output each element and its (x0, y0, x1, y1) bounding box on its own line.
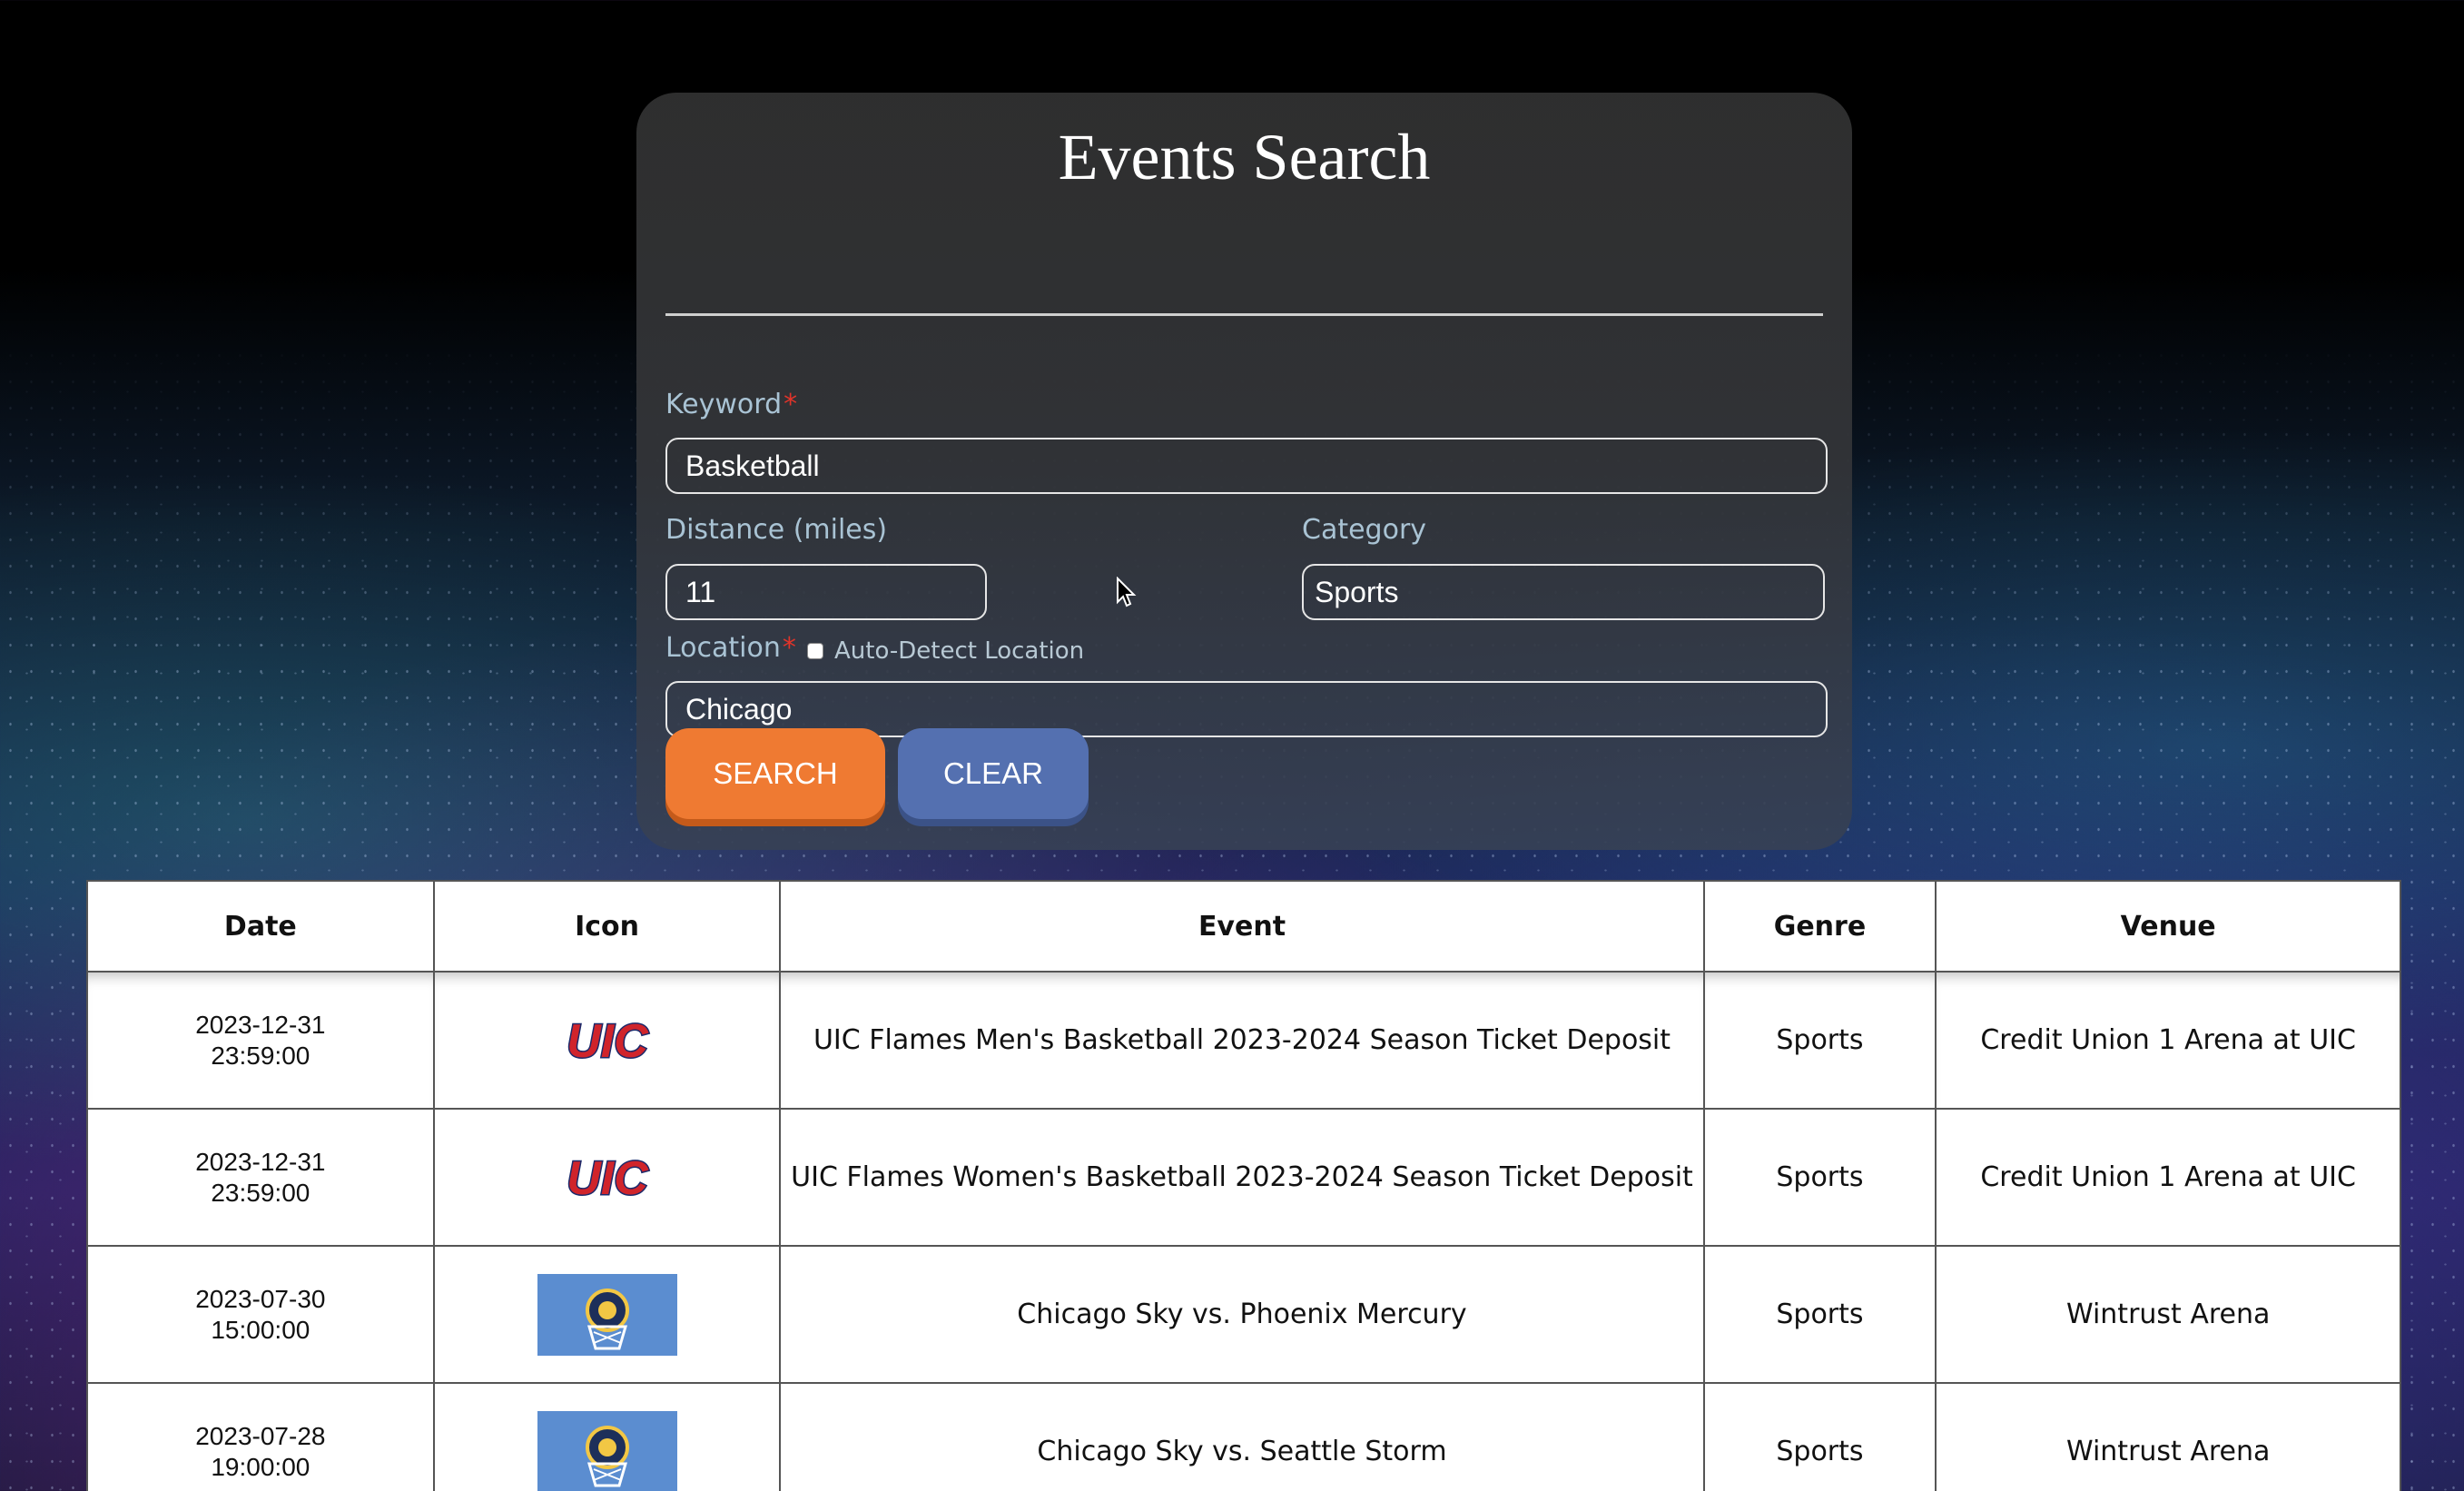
table-row[interactable]: 2023-07-28 19:00:00 Chicago Sky vs. Seat… (86, 1382, 2401, 1491)
required-mark: * (782, 632, 796, 664)
table-row[interactable]: 2023-12-31 23:59:00 UIC UIC Flames Women… (86, 1108, 2401, 1247)
svg-text:UIC: UIC (567, 1152, 649, 1205)
date-cell: 2023-12-31 23:59:00 (86, 971, 435, 1110)
genre-cell: Sports (1702, 1245, 1937, 1384)
venue-cell: Credit Union 1 Arena at UIC (1935, 1108, 2401, 1247)
header-icon: Icon (432, 880, 782, 973)
category-label: Category (1302, 514, 1427, 546)
uic-flames-logo-icon: UIC (537, 1136, 677, 1219)
required-mark: * (784, 389, 798, 420)
event-date: 2023-07-28 (195, 1421, 326, 1450)
header-venue: Venue (1935, 880, 2401, 973)
page-title: Events Search (1058, 121, 1431, 193)
header-genre: Genre (1702, 880, 1937, 973)
venue-cell: Credit Union 1 Arena at UIC (1935, 971, 2401, 1110)
venue-cell: Wintrust Arena (1935, 1245, 2401, 1384)
events-results-table: Date Icon Event Genre Venue 2023-12-31 2… (86, 880, 2401, 1491)
events-search-card: Events Search Keyword* Distance (miles) … (636, 93, 1852, 850)
venue-cell: Wintrust Arena (1935, 1382, 2401, 1491)
mouse-pointer-icon (1117, 577, 1137, 607)
date-cell: 2023-07-30 15:00:00 (86, 1245, 435, 1384)
keyword-input[interactable] (665, 438, 1828, 494)
distance-label: Distance (miles) (665, 514, 888, 546)
icon-cell (432, 1382, 782, 1491)
table-header-row: Date Icon Event Genre Venue (86, 880, 2401, 973)
event-date: 2023-07-30 (195, 1284, 326, 1313)
event-name-cell[interactable]: Chicago Sky vs. Phoenix Mercury (779, 1245, 1705, 1384)
header-date: Date (86, 880, 435, 973)
event-date: 2023-12-31 (195, 1010, 326, 1039)
header-event: Event (779, 880, 1705, 973)
distance-input[interactable] (665, 564, 987, 620)
table-row[interactable]: 2023-07-30 15:00:00 Chicago Sky vs. Phoe… (86, 1245, 2401, 1384)
date-cell: 2023-12-31 23:59:00 (86, 1108, 435, 1247)
icon-cell: UIC (432, 1108, 782, 1247)
keyword-label-text: Keyword (665, 389, 783, 420)
title-divider (665, 313, 1823, 316)
genre-cell: Sports (1702, 1108, 1937, 1247)
genre-cell: Sports (1702, 1382, 1937, 1491)
auto-detect-label: Auto-Detect Location (834, 637, 1085, 665)
table-row[interactable]: 2023-12-31 23:59:00 UIC UIC Flames Men's… (86, 971, 2401, 1110)
category-selected-value: Sports (1315, 576, 1399, 608)
location-label-text: Location (665, 632, 781, 664)
genre-cell: Sports (1702, 971, 1937, 1110)
chicago-sky-logo-icon (537, 1410, 677, 1491)
clear-button[interactable]: CLEAR (898, 728, 1089, 819)
svg-text:UIC: UIC (567, 1015, 649, 1068)
location-label: Location* (665, 632, 796, 664)
date-cell: 2023-07-28 19:00:00 (86, 1382, 435, 1491)
event-name-cell[interactable]: Chicago Sky vs. Seattle Storm (779, 1382, 1705, 1491)
event-time: 23:59:00 (211, 1178, 310, 1207)
event-time: 15:00:00 (211, 1315, 310, 1344)
category-select[interactable]: Sports (1302, 564, 1825, 620)
event-time: 19:00:00 (211, 1452, 310, 1481)
auto-detect-checkbox[interactable] (807, 643, 823, 659)
uic-flames-logo-icon: UIC (537, 999, 677, 1081)
auto-detect-location[interactable]: Auto-Detect Location (807, 637, 1084, 665)
event-date: 2023-12-31 (195, 1147, 326, 1176)
chicago-sky-logo-icon (537, 1273, 677, 1356)
event-name-cell[interactable]: UIC Flames Men's Basketball 2023-2024 Se… (779, 971, 1705, 1110)
event-time: 23:59:00 (211, 1041, 310, 1070)
search-button[interactable]: SEARCH (665, 728, 885, 819)
icon-cell: UIC (432, 971, 782, 1110)
icon-cell (432, 1245, 782, 1384)
event-name-cell[interactable]: UIC Flames Women's Basketball 2023-2024 … (779, 1108, 1705, 1247)
keyword-label: Keyword* (665, 389, 797, 420)
